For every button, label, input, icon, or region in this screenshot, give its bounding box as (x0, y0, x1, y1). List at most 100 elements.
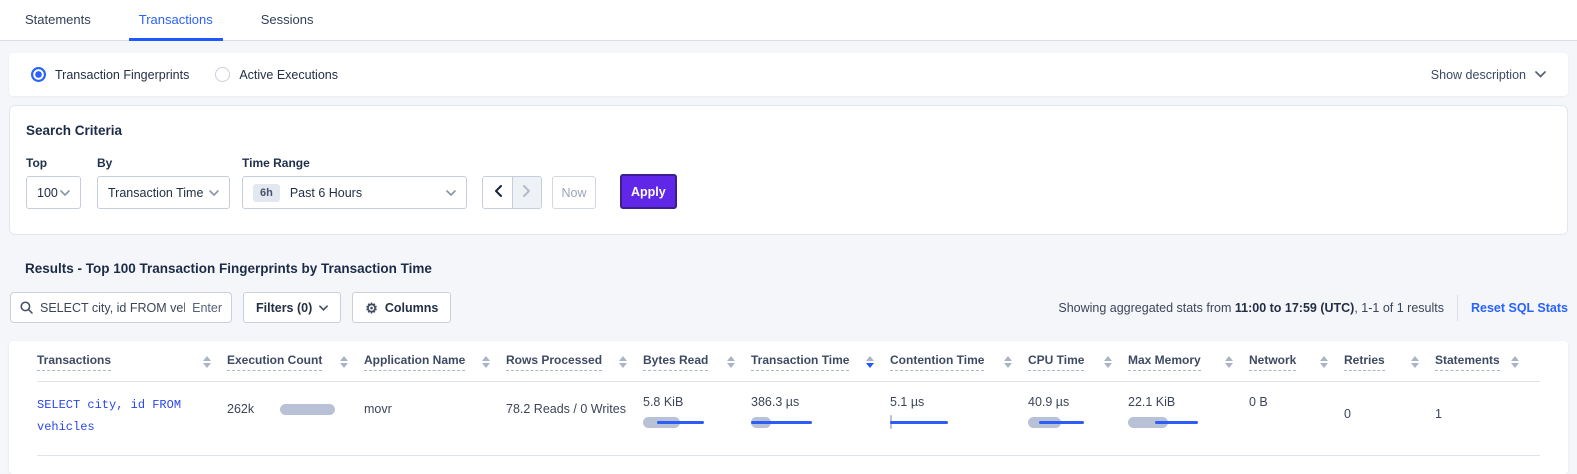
column-header-cpu-time[interactable]: CPU Time (1028, 353, 1128, 371)
execution-count-bar (280, 404, 335, 415)
cell-application-name: movr (364, 395, 506, 416)
cell-cpu-time: 40.9 µs (1028, 395, 1128, 429)
chevron-down-icon (319, 305, 328, 311)
show-description-toggle[interactable]: Show description (1431, 68, 1546, 82)
stats-time-range: 11:00 to 17:59 (UTC) (1235, 301, 1354, 315)
contention-time-bar (890, 416, 962, 429)
tab-sessions[interactable]: Sessions (251, 0, 324, 41)
radio-active-executions[interactable]: Active Executions (215, 67, 338, 82)
cpu-time-bar (1028, 416, 1100, 429)
results-controls-row: Enter Filters (0) ⚙ Columns Showing aggr… (10, 292, 1568, 323)
cell-rows-processed: 78.2 Reads / 0 Writes (506, 395, 643, 416)
apply-button[interactable]: Apply (620, 174, 677, 209)
column-header-statements[interactable]: Statements (1435, 353, 1535, 371)
cell-transaction-time: 386.3 µs (751, 395, 890, 429)
transaction-time-bar (751, 416, 823, 429)
transaction-fingerprint-link[interactable]: SELECT city, id FROM vehicles (37, 395, 215, 438)
chevron-right-icon (523, 184, 531, 202)
column-header-application-name[interactable]: Application Name (364, 353, 506, 371)
sort-icon[interactable] (619, 356, 627, 368)
sort-icon[interactable] (1104, 356, 1112, 368)
cell-retries: 0 (1344, 395, 1435, 421)
sort-icon[interactable] (727, 356, 735, 368)
filters-button-label: Filters (0) (256, 301, 312, 315)
cpu-time-value: 40.9 µs (1028, 395, 1112, 409)
by-group: By Transaction Time (97, 156, 242, 209)
time-window-arrows (482, 176, 542, 209)
column-header-transaction-time[interactable]: Transaction Time (751, 353, 890, 371)
transaction-time-value: 386.3 µs (751, 395, 874, 409)
cell-transaction: SELECT city, id FROM vehicles (37, 395, 227, 438)
top-select[interactable]: 100 (26, 176, 81, 209)
column-header-bytes-read[interactable]: Bytes Read (643, 353, 751, 371)
table-row: SELECT city, id FROM vehicles 262k movr … (37, 382, 1540, 456)
results-heading: Results - Top 100 Transaction Fingerprin… (25, 261, 1577, 276)
radio-label: Active Executions (239, 68, 338, 82)
search-input[interactable] (40, 301, 185, 315)
column-header-transactions[interactable]: Transactions (37, 353, 227, 371)
time-range-value: Past 6 Hours (290, 186, 362, 200)
search-criteria-card: Search Criteria Top 100 By Transaction T… (9, 105, 1568, 235)
chevron-down-icon (60, 190, 70, 196)
search-box: Enter (10, 292, 232, 323)
column-header-retries[interactable]: Retries (1344, 353, 1435, 371)
tab-statements[interactable]: Statements (15, 0, 101, 41)
column-header-contention-time[interactable]: Contention Time (890, 353, 1028, 371)
reset-sql-stats-link[interactable]: Reset SQL Stats (1471, 301, 1568, 315)
sort-icon[interactable] (482, 356, 490, 368)
sort-icon[interactable] (340, 356, 348, 368)
cell-network: 0 B (1249, 395, 1344, 409)
tab-transactions[interactable]: Transactions (129, 0, 223, 41)
transactions-table-card: Transactions Execution Count Application… (9, 341, 1568, 474)
sort-icon[interactable] (203, 356, 211, 368)
column-header-network[interactable]: Network (1249, 353, 1344, 371)
cell-statements: 1 (1435, 395, 1535, 421)
top-tab-bar: Statements Transactions Sessions (0, 0, 1577, 41)
vertical-divider (1457, 295, 1458, 321)
next-time-window-button[interactable] (512, 177, 541, 208)
gear-icon: ⚙ (365, 301, 378, 315)
filters-button[interactable]: Filters (0) (243, 292, 341, 323)
top-label: Top (26, 156, 97, 170)
cell-contention-time: 5.1 µs (890, 395, 1028, 429)
show-description-label: Show description (1431, 68, 1526, 82)
top-select-value: 100 (37, 186, 58, 200)
previous-time-window-button[interactable] (483, 177, 512, 208)
sort-icon[interactable] (1320, 356, 1328, 368)
bytes-read-value: 5.8 KiB (643, 395, 735, 409)
max-memory-bar (1128, 416, 1200, 429)
chevron-left-icon (494, 184, 502, 202)
aggregated-stats-text: Showing aggregated stats from 11:00 to 1… (1058, 301, 1444, 315)
sort-icon[interactable] (866, 356, 874, 368)
cell-max-memory: 22.1 KiB (1128, 395, 1249, 429)
search-enter-button[interactable]: Enter (192, 301, 222, 315)
time-range-group: Time Range 6h Past 6 Hours (242, 156, 482, 209)
top-group: Top 100 (26, 156, 97, 209)
sort-icon[interactable] (1411, 356, 1419, 368)
sort-icon[interactable] (1004, 356, 1012, 368)
radio-transaction-fingerprints[interactable]: Transaction Fingerprints (31, 67, 189, 82)
sort-icon[interactable] (1225, 356, 1233, 368)
radio-selected-icon (31, 67, 46, 82)
radio-unselected-icon (215, 67, 230, 82)
radio-label: Transaction Fingerprints (55, 68, 189, 82)
table-header-row: Transactions Execution Count Application… (37, 353, 1540, 382)
columns-button-label: Columns (385, 301, 438, 315)
by-label: By (97, 156, 242, 170)
search-criteria-title: Search Criteria (26, 123, 1539, 138)
by-select[interactable]: Transaction Time (97, 176, 230, 209)
chevron-down-icon (446, 190, 456, 196)
contention-time-value: 5.1 µs (890, 395, 1012, 409)
view-radio-group: Transaction Fingerprints Active Executio… (31, 67, 338, 82)
max-memory-value: 22.1 KiB (1128, 395, 1233, 409)
column-header-execution-count[interactable]: Execution Count (227, 353, 364, 371)
chevron-down-icon (1535, 71, 1546, 78)
column-header-max-memory[interactable]: Max Memory (1128, 353, 1249, 371)
column-header-rows-processed[interactable]: Rows Processed (506, 353, 643, 371)
cell-execution-count: 262k (227, 395, 364, 416)
sort-icon[interactable] (1511, 356, 1519, 368)
columns-button[interactable]: ⚙ Columns (352, 292, 451, 323)
time-range-select[interactable]: 6h Past 6 Hours (242, 176, 467, 209)
now-button[interactable]: Now (552, 176, 596, 209)
by-select-value: Transaction Time (108, 186, 203, 200)
